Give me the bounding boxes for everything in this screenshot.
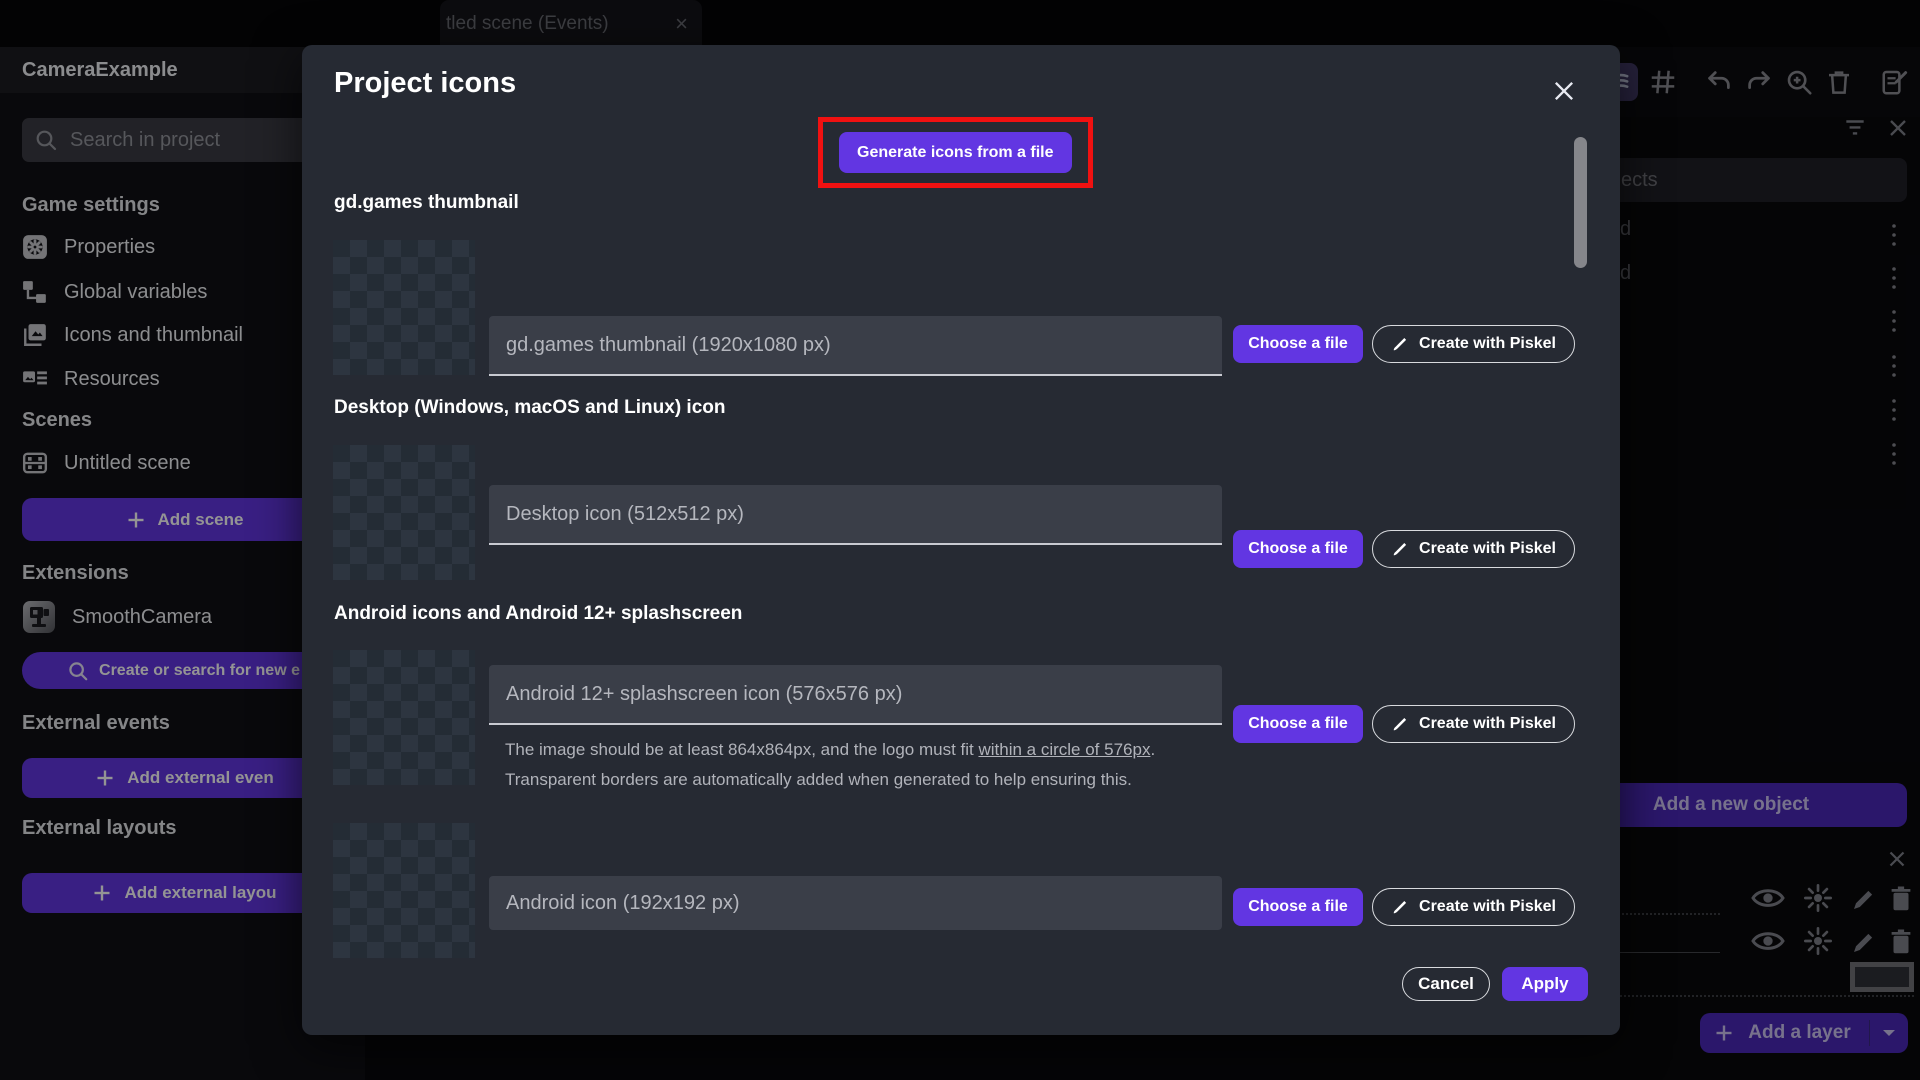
- brush-icon: [1391, 898, 1409, 916]
- splashscreen-help-text: The image should be at least 864x864px, …: [505, 735, 1265, 795]
- dialog-title: Project icons: [334, 67, 517, 99]
- brush-icon: [1391, 540, 1409, 558]
- section-header-desktop: Desktop (Windows, macOS and Linux) icon: [334, 397, 726, 418]
- thumbnail-preview-splashscreen: [333, 650, 475, 785]
- android-splashscreen-input[interactable]: [489, 665, 1239, 723]
- choose-file-button[interactable]: Choose a file: [1233, 888, 1363, 926]
- create-with-piskel-label: Create with Piskel: [1419, 715, 1556, 732]
- apply-button[interactable]: Apply: [1502, 967, 1588, 1001]
- help-text: .: [1150, 740, 1156, 759]
- create-with-piskel-label: Create with Piskel: [1419, 898, 1556, 915]
- choose-file-button[interactable]: Choose a file: [1233, 325, 1363, 363]
- section-header-gdgames: gd.games thumbnail: [334, 192, 519, 213]
- choose-file-button[interactable]: Choose a file: [1233, 530, 1363, 568]
- gdgames-thumbnail-input[interactable]: [489, 316, 1239, 374]
- circle-spec-link[interactable]: within a circle of 576px: [978, 740, 1150, 759]
- desktop-icon-input[interactable]: [489, 485, 1239, 543]
- thumbnail-preview-android-icon: [333, 823, 475, 958]
- android-icon-input[interactable]: [489, 876, 1239, 930]
- app-root: tled scene (Events) × CameraExample Game…: [0, 0, 1920, 1080]
- desktop-icon-field: [489, 485, 1239, 545]
- annotation-red-box: Generate icons from a file: [818, 117, 1093, 188]
- create-with-piskel-label: Create with Piskel: [1419, 540, 1556, 557]
- gdgames-thumbnail-field: [489, 316, 1239, 376]
- create-with-piskel-button[interactable]: Create with Piskel: [1372, 530, 1575, 568]
- create-with-piskel-button[interactable]: Create with Piskel: [1372, 705, 1575, 743]
- generate-icons-button[interactable]: Generate icons from a file: [839, 132, 1072, 173]
- cancel-button[interactable]: Cancel: [1402, 967, 1490, 1001]
- brush-icon: [1391, 715, 1409, 733]
- modal-scrollbar-thumb[interactable]: [1574, 137, 1587, 268]
- create-with-piskel-button[interactable]: Create with Piskel: [1372, 888, 1575, 926]
- create-with-piskel-label: Create with Piskel: [1419, 335, 1556, 352]
- dialog-close-icon[interactable]: [1542, 69, 1586, 113]
- android-icon-field: [489, 876, 1239, 930]
- thumbnail-preview-desktop: [333, 445, 475, 580]
- android-splashscreen-field: [489, 665, 1239, 725]
- create-with-piskel-button[interactable]: Create with Piskel: [1372, 325, 1575, 363]
- help-text: The image should be at least 864x864px, …: [505, 740, 979, 759]
- thumbnail-preview-gdgames: [333, 240, 475, 375]
- section-header-android: Android icons and Android 12+ splashscre…: [334, 603, 743, 624]
- project-icons-dialog: Project icons Generate icons from a file…: [302, 45, 1620, 1035]
- help-text: Transparent borders are automatically ad…: [505, 770, 1132, 789]
- brush-icon: [1391, 335, 1409, 353]
